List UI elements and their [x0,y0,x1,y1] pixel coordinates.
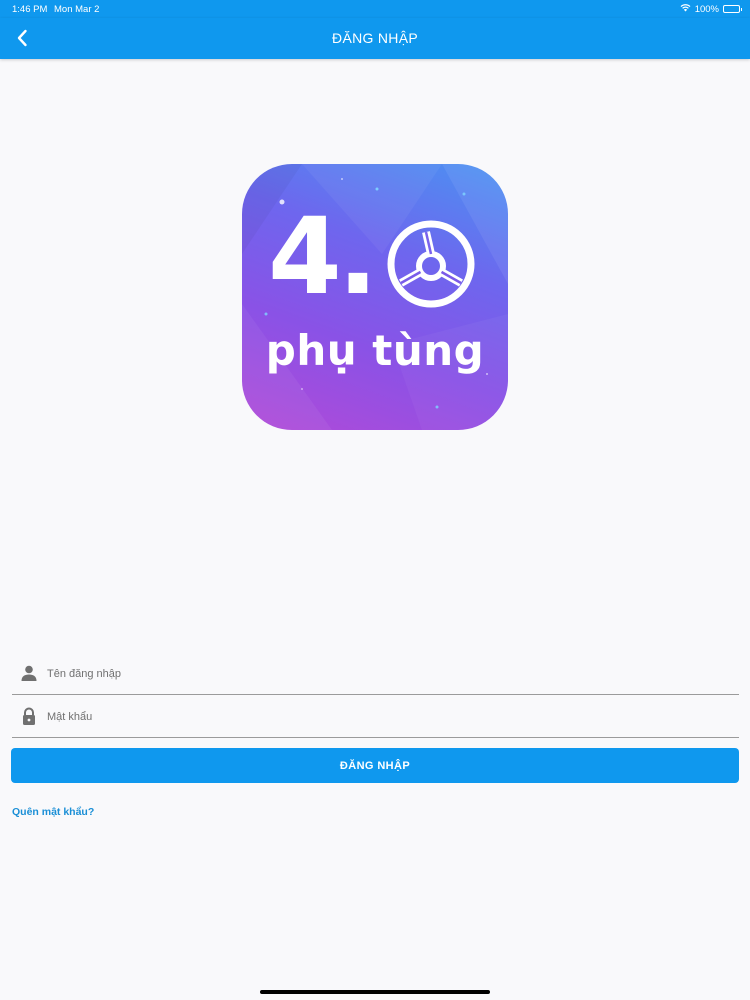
forgot-password-link[interactable]: Quên mật khẩu? [12,806,94,818]
username-input[interactable] [47,654,727,694]
lock-icon [23,707,35,725]
logo-text: phụ tùng [265,326,485,375]
page-title: ĐĂNG NHẬP [332,30,418,46]
logo-number: 4. [268,195,378,318]
status-bar: 1:46 PM Mon Mar 2 100% [0,0,750,18]
navigation-bar: ĐĂNG NHẬP [0,18,750,59]
battery-icon [723,5,742,13]
user-icon [21,665,37,681]
wifi-icon [680,3,691,15]
status-date: Mon Mar 2 [54,4,100,15]
password-field [12,697,739,738]
app-logo: 4. phụ tùng [242,164,508,430]
home-indicator[interactable] [260,990,490,994]
status-indicators: 100% [680,3,742,15]
steering-wheel-icon [387,220,475,308]
login-button[interactable]: ĐĂNG NHẬP [11,748,739,783]
password-input[interactable] [47,697,727,737]
battery-percent: 100% [694,3,719,15]
status-time: 1:46 PM [12,4,48,15]
username-field [12,654,739,695]
